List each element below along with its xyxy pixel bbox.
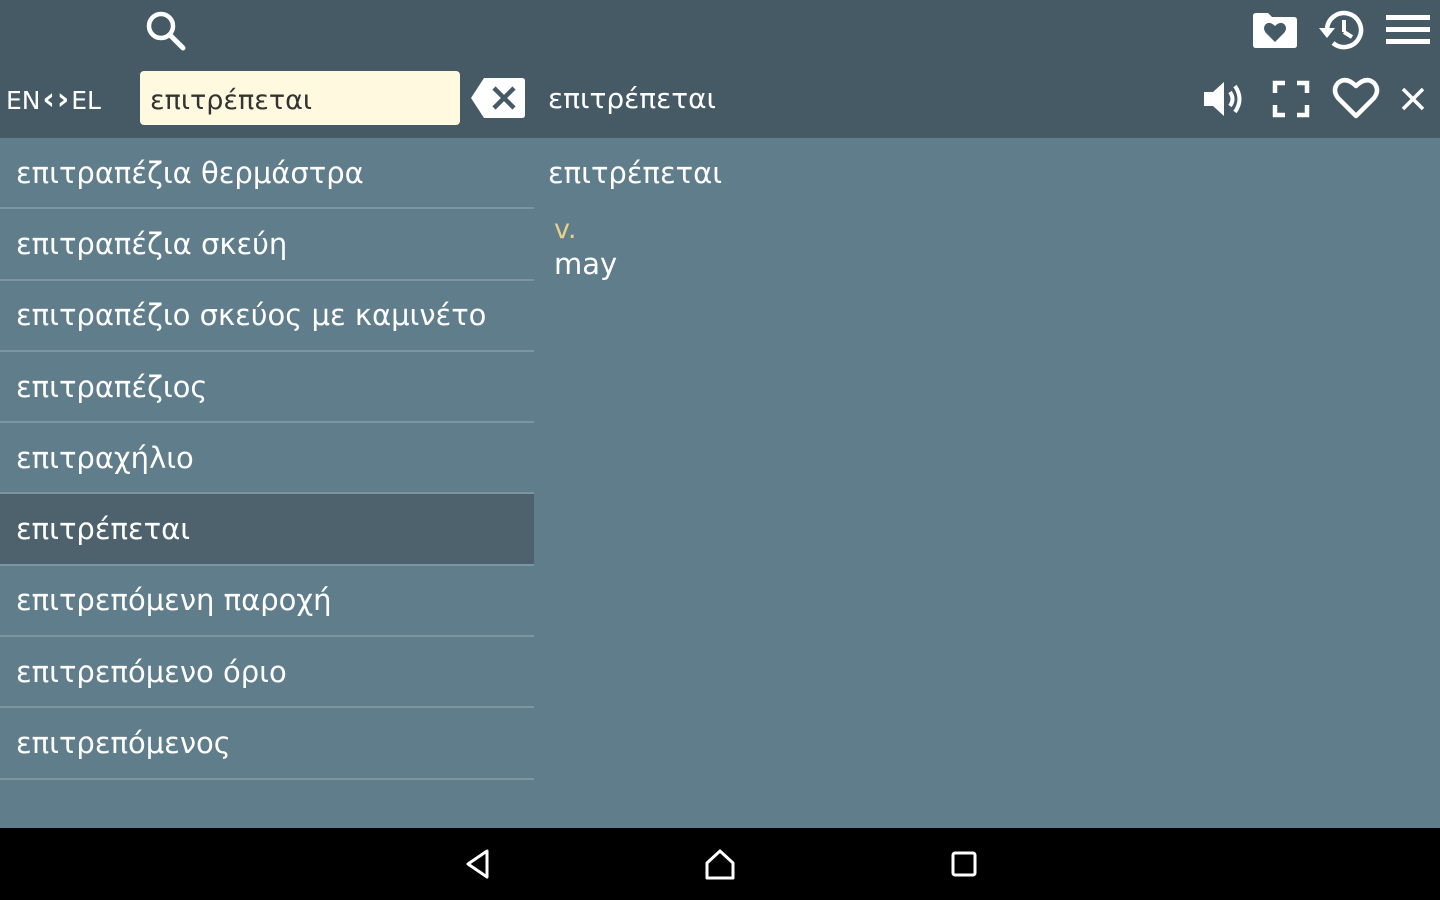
list-item[interactable]: επιτραπέζια σκεύη [0, 209, 534, 281]
header-word: επιτρέπεται [548, 82, 717, 115]
list-item-selected[interactable]: επιτρέπεται [0, 494, 534, 566]
list-item[interactable]: επιτραπέζιο σκεύος με καμινέτο [0, 281, 534, 352]
favorites-folder-icon[interactable] [1250, 8, 1300, 52]
fullscreen-icon[interactable] [1268, 76, 1314, 122]
top-toolbar: EN ‹ › EL επιτρέπεται [0, 0, 1440, 138]
list-item[interactable]: επιτρεπόμενος [0, 708, 534, 780]
search-input[interactable] [140, 71, 460, 125]
language-switcher: EN ‹ › EL [6, 80, 101, 120]
list-item[interactable]: επιτραπέζιος [0, 352, 534, 424]
chevron-right-icon[interactable]: › [57, 85, 69, 115]
list-item[interactable]: επιτρεπόμενη παροχή [0, 566, 534, 638]
source-language-label[interactable]: EN [6, 86, 41, 115]
list-item[interactable]: επιτρεπόμενο όριο [0, 637, 534, 709]
target-language-label[interactable]: EL [71, 86, 101, 115]
clear-input-icon[interactable] [470, 76, 526, 120]
system-navigation-bar [0, 828, 1440, 900]
translation-text: may [554, 247, 618, 281]
word-list: επιτραπέζια θερμάστρα επιτραπέζια σκεύη … [0, 138, 534, 780]
heart-icon[interactable] [1330, 74, 1382, 122]
close-icon[interactable] [1396, 82, 1430, 116]
search-icon[interactable] [140, 6, 190, 54]
back-icon[interactable] [456, 844, 500, 884]
part-of-speech: v. [554, 214, 577, 245]
list-item[interactable]: επιτραχήλιο [0, 423, 534, 495]
definition-headword: επιτρέπεται [548, 156, 723, 190]
chevron-left-icon[interactable]: ‹ [43, 85, 55, 115]
menu-icon[interactable] [1384, 10, 1432, 50]
definition-panel: επιτρέπεται v. may [548, 156, 722, 281]
home-icon[interactable] [698, 844, 742, 884]
history-icon[interactable] [1316, 6, 1368, 54]
recents-icon[interactable] [942, 844, 986, 884]
speaker-icon[interactable] [1200, 76, 1250, 122]
list-item[interactable]: επιτραπέζια θερμάστρα [0, 138, 534, 210]
